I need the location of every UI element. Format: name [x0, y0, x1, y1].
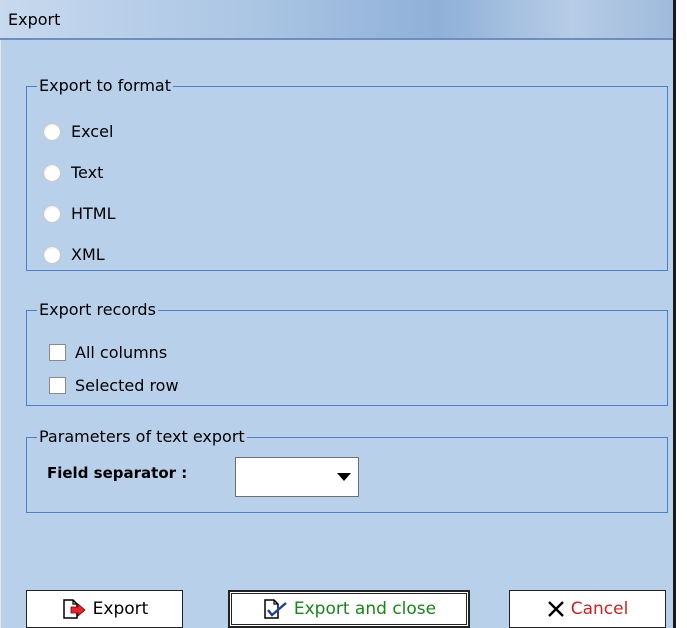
radio-label: XML: [71, 245, 105, 264]
export-arrow-icon: [61, 598, 87, 620]
export-dialog: Export Export to format Excel Text HTML …: [0, 0, 676, 628]
export-and-close-label: Export and close: [293, 599, 437, 619]
field-separator-label: Field separator :: [47, 464, 188, 482]
export-and-close-button[interactable]: Export and close: [228, 590, 470, 628]
checkbox-label: Selected row: [75, 376, 179, 395]
radio-label: Text: [71, 163, 104, 182]
title-bar[interactable]: Export: [0, 0, 673, 40]
radio-label: Excel: [71, 122, 114, 141]
close-x-icon: [547, 600, 565, 618]
radio-button[interactable]: [43, 245, 61, 264]
radio-text[interactable]: Text: [43, 163, 103, 182]
export-format-legend: Export to format: [37, 76, 173, 96]
radio-excel[interactable]: Excel: [43, 122, 113, 141]
export-button-label: Export: [92, 599, 149, 619]
radio-xml[interactable]: XML: [43, 245, 105, 264]
field-separator-select[interactable]: [235, 457, 359, 497]
checkbox[interactable]: [49, 377, 66, 394]
text-export-params-legend: Parameters of text export: [37, 427, 247, 447]
radio-html[interactable]: HTML: [43, 204, 116, 223]
checkbox-all-columns[interactable]: All columns: [49, 343, 167, 362]
radio-label: HTML: [71, 204, 116, 223]
radio-button[interactable]: [43, 122, 61, 141]
export-button[interactable]: Export: [26, 590, 183, 628]
window-title: Export: [8, 10, 61, 29]
export-records-legend: Export records: [37, 300, 158, 320]
cancel-button[interactable]: Cancel: [509, 590, 666, 628]
cancel-button-label: Cancel: [570, 599, 629, 619]
radio-button[interactable]: [43, 163, 61, 182]
radio-button[interactable]: [43, 204, 61, 223]
dropdown-arrow-icon[interactable]: [330, 458, 358, 496]
export-check-icon: [262, 598, 288, 620]
export-format-group: Export to format: [26, 76, 668, 271]
checkbox-selected-row[interactable]: Selected row: [49, 376, 179, 395]
checkbox-label: All columns: [75, 343, 168, 362]
checkbox[interactable]: [49, 344, 66, 361]
